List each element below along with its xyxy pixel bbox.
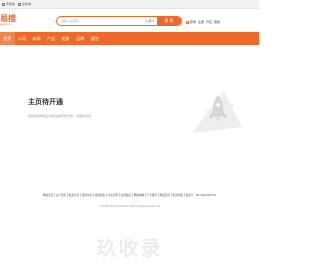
phone-icon bbox=[2, 2, 5, 6]
footer-link[interactable]: 免责声明 bbox=[107, 193, 120, 197]
nav-item-album[interactable]: 相册 bbox=[58, 32, 73, 45]
copyright: ©2006-2024 SUSOCO.COM All Rights Reserve… bbox=[98, 205, 161, 208]
topbar-mall-label: 掌商城 bbox=[22, 2, 32, 6]
footer-link[interactable]: 版权隐私 bbox=[94, 193, 107, 197]
user-icon bbox=[186, 20, 189, 24]
nav-item-home[interactable]: 首页 bbox=[0, 32, 15, 45]
footer-link[interactable]: 网站首页 bbox=[159, 193, 172, 197]
watermark-text: 玖收录 bbox=[96, 236, 163, 260]
chevron-down-icon: ▾ bbox=[152, 19, 154, 23]
footer-link[interactable]: 网站首页 bbox=[42, 193, 56, 197]
qrcode-icon bbox=[18, 2, 22, 6]
search-input[interactable] bbox=[57, 17, 146, 25]
footer-link[interactable]: 使用协议 bbox=[81, 193, 94, 197]
topbar-mall[interactable]: 掌商城 bbox=[18, 2, 31, 6]
footer-link[interactable]: 关于我们 bbox=[55, 193, 69, 197]
topbar-mobile-label: 手机版 bbox=[6, 2, 16, 6]
nav-item-brand[interactable]: 品牌 bbox=[73, 32, 88, 45]
help-label: 帮助 bbox=[214, 20, 221, 24]
register-label: 注册 bbox=[198, 20, 205, 24]
topbar: 手机版 掌商城 bbox=[0, 0, 259, 9]
search-scope-select[interactable]: 公司 ▾ bbox=[145, 17, 157, 25]
logo-text: 易搜 bbox=[0, 14, 16, 23]
search-button[interactable]: 搜 索 bbox=[157, 17, 181, 25]
open-shop-label: 开店 bbox=[206, 20, 213, 24]
footer-link[interactable]: 联系方式 bbox=[68, 193, 82, 197]
search-scope-label: 公司 bbox=[145, 19, 152, 23]
help-link[interactable]: 帮助 bbox=[214, 20, 220, 24]
nav-item-news[interactable]: 新闻 bbox=[29, 32, 44, 45]
rocket-illustration bbox=[192, 91, 242, 133]
page-subtitle: 您搜索的网站正在建设或暂未开通，请稍后访问 bbox=[28, 114, 92, 118]
header: 易搜 eso.com 公司 ▾ 搜 索 登录 注册 开店 帮助 bbox=[0, 9, 259, 32]
footer-links: 网站首页 关于我们 联系方式 使用协议 版权隐私 免责声明 友情链接 网站地图 … bbox=[0, 193, 259, 197]
page-title: 主页待开通 bbox=[28, 98, 63, 106]
nav-item-message[interactable]: 留言 bbox=[88, 32, 103, 45]
login-link[interactable]: 登录 bbox=[186, 20, 196, 24]
login-label: 登录 bbox=[190, 20, 197, 24]
open-shop-link[interactable]: 开店 bbox=[206, 20, 212, 24]
header-links: 登录 注册 开店 帮助 bbox=[186, 20, 220, 24]
footer-link[interactable]: 广告服务 bbox=[146, 193, 159, 197]
logo-subtext: eso.com bbox=[0, 23, 11, 26]
footer-link[interactable]: 网站地图 bbox=[133, 193, 146, 197]
nav-item-company[interactable]: 公司 bbox=[15, 32, 30, 45]
register-link[interactable]: 注册 bbox=[198, 20, 204, 24]
topbar-mobile[interactable]: 手机版 bbox=[2, 2, 15, 6]
footer-icp[interactable]: 备案号：B2-20000000-5 bbox=[185, 193, 217, 197]
footer-link[interactable]: 投诉举报 bbox=[172, 193, 185, 197]
footer-link[interactable]: 友情链接 bbox=[120, 193, 133, 197]
main-nav: 首页 公司 新闻 产品 相册 品牌 留言 bbox=[0, 32, 259, 45]
site-logo[interactable]: 易搜 eso.com bbox=[0, 12, 16, 30]
search-bar: 公司 ▾ 搜 索 bbox=[56, 16, 182, 26]
nav-item-products[interactable]: 产品 bbox=[44, 32, 59, 45]
